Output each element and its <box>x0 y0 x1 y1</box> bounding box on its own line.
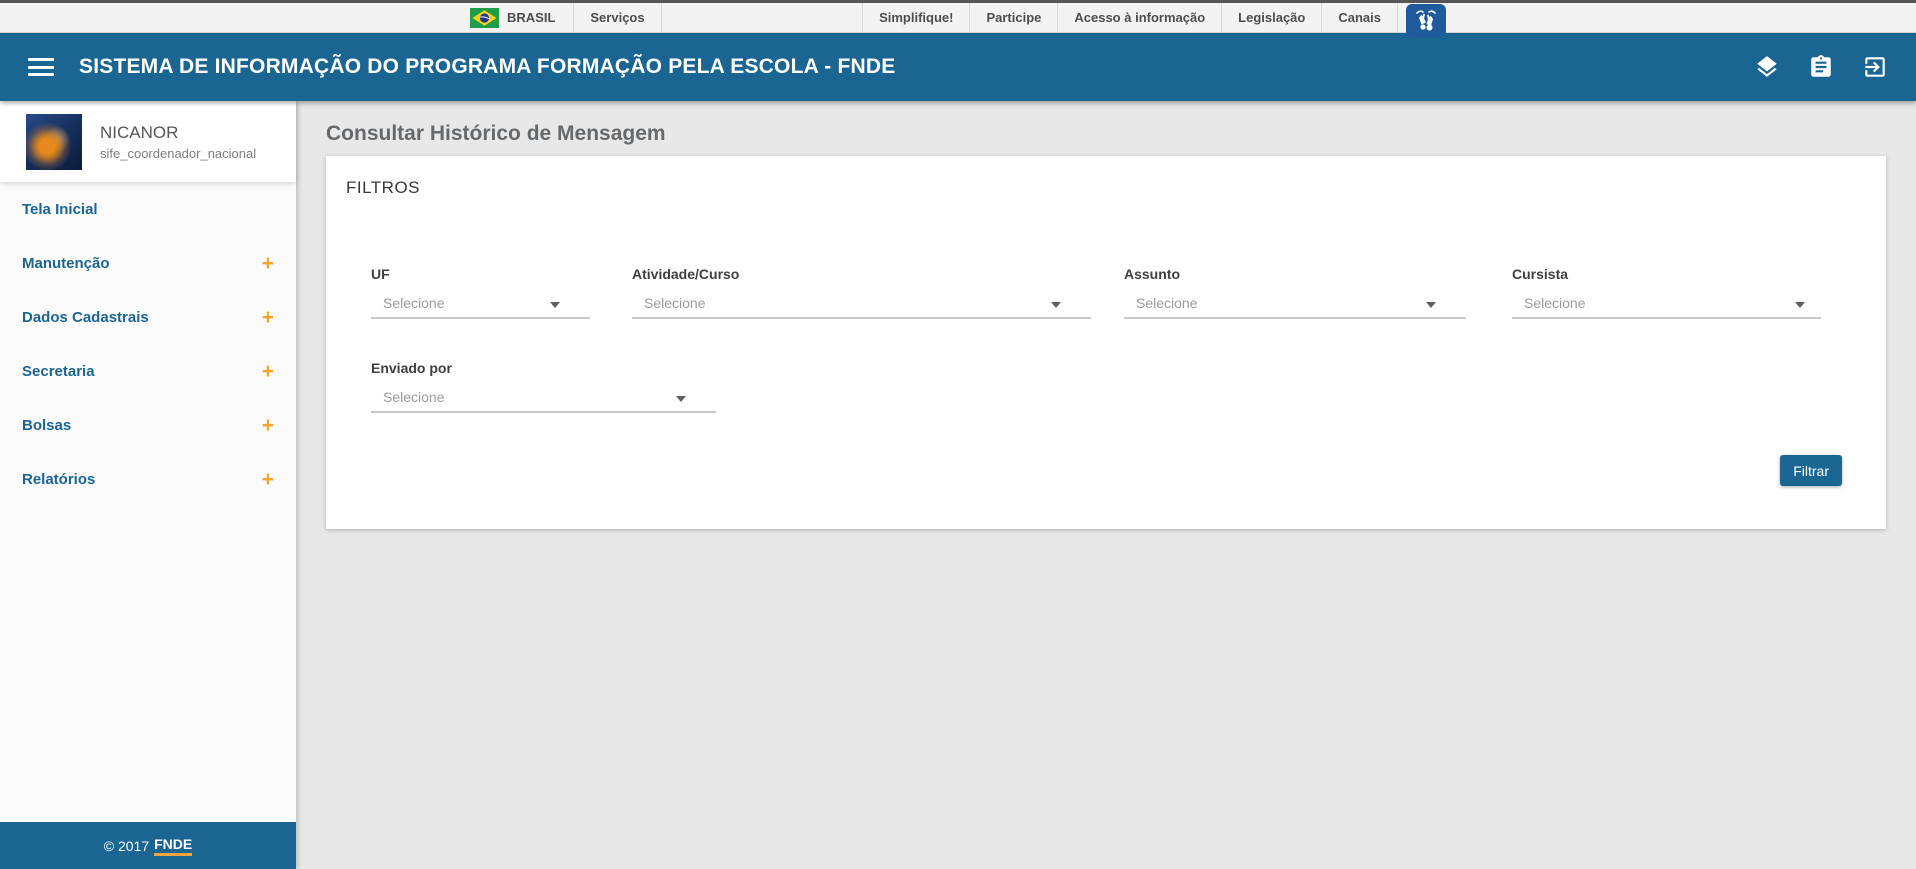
field-enviado-por: Enviado por Selecione <box>371 360 716 413</box>
sidebar-nav: Tela Inicial Manutenção + Dados Cadastra… <box>0 182 296 506</box>
uf-label: UF <box>371 266 590 282</box>
sidebar-item-dados-cadastrais[interactable]: Dados Cadastrais + <box>0 290 296 344</box>
user-panel: NICANOR sife_coordenador_nacional <box>0 101 296 182</box>
main-content: Consultar Histórico de Mensagem FILTROS … <box>296 101 1916 869</box>
header-actions <box>1754 54 1888 80</box>
expand-plus-icon: + <box>262 361 274 382</box>
filtrar-button[interactable]: Filtrar <box>1780 455 1842 486</box>
sidebar-item-tela-inicial[interactable]: Tela Inicial <box>0 182 296 236</box>
dropdown-caret-icon <box>1795 302 1805 308</box>
field-assunto: Assunto Selecione <box>1124 266 1466 319</box>
assunto-select[interactable]: Selecione <box>1124 291 1466 319</box>
expand-plus-icon: + <box>262 415 274 436</box>
cursista-label: Cursista <box>1512 266 1821 282</box>
filters-card: FILTROS UF Selecione Atividade/Curso Sel… <box>326 156 1886 529</box>
copyright-text: © 2017 <box>104 838 149 854</box>
gov-brand-brasil[interactable]: BRASIL <box>470 3 573 32</box>
cursista-select[interactable]: Selecione <box>1512 291 1821 319</box>
user-texts: NICANOR sife_coordenador_nacional <box>100 123 256 161</box>
sidebar: NICANOR sife_coordenador_nacional Tela I… <box>0 101 296 869</box>
avatar <box>26 114 82 170</box>
app-screen: BRASIL Serviços Simplifique! Participe A… <box>0 0 1916 869</box>
app-title: SISTEMA DE INFORMAÇÃO DO PROGRAMA FORMAÇ… <box>79 55 895 79</box>
gov-brand-label: BRASIL <box>507 10 555 25</box>
atividade-curso-select[interactable]: Selecione <box>632 291 1091 319</box>
field-atividade-curso: Atividade/Curso Selecione <box>632 266 1091 319</box>
atividade-curso-label: Atividade/Curso <box>632 266 1091 282</box>
gov-bar-spacer <box>662 3 862 32</box>
gov-top-bar: BRASIL Serviços Simplifique! Participe A… <box>0 0 1916 33</box>
expand-plus-icon: + <box>262 469 274 490</box>
gov-bar-inner: BRASIL Serviços Simplifique! Participe A… <box>470 3 1446 32</box>
gov-link-simplifique[interactable]: Simplifique! <box>862 3 970 32</box>
gov-link-canais[interactable]: Canais <box>1322 3 1398 32</box>
dropdown-caret-icon <box>1051 302 1061 308</box>
sidebar-item-manutencao[interactable]: Manutenção + <box>0 236 296 290</box>
uf-select[interactable]: Selecione <box>371 291 590 319</box>
vlibras-accessibility-button[interactable] <box>1406 4 1446 37</box>
clipboard-icon[interactable] <box>1808 54 1834 80</box>
page-title: Consultar Histórico de Mensagem <box>326 122 666 146</box>
app-header: SISTEMA DE INFORMAÇÃO DO PROGRAMA FORMAÇ… <box>0 33 1916 101</box>
expand-plus-icon: + <box>262 253 274 274</box>
brazil-flag-icon <box>470 8 499 28</box>
filters-card-title: FILTROS <box>346 178 420 198</box>
user-name: NICANOR <box>100 123 256 143</box>
enviado-por-label: Enviado por <box>371 360 716 376</box>
expand-plus-icon: + <box>262 307 274 328</box>
dropdown-caret-icon <box>676 396 686 402</box>
gov-link-acesso-informacao[interactable]: Acesso à informação <box>1058 3 1222 32</box>
sidebar-item-secretaria[interactable]: Secretaria + <box>0 344 296 398</box>
dropdown-caret-icon <box>550 302 560 308</box>
assunto-label: Assunto <box>1124 266 1466 282</box>
sidebar-footer: © 2017 FNDE <box>0 822 296 869</box>
vlibras-hands-icon <box>1413 9 1439 33</box>
logout-icon[interactable] <box>1862 54 1888 80</box>
field-uf: UF Selecione <box>371 266 590 319</box>
gov-link-legislacao[interactable]: Legislação <box>1222 3 1322 32</box>
gov-link-servicos[interactable]: Serviços <box>573 3 661 32</box>
menu-hamburger-icon[interactable] <box>28 58 54 76</box>
field-cursista: Cursista Selecione <box>1512 266 1821 319</box>
dropdown-caret-icon <box>1426 302 1436 308</box>
sidebar-item-relatorios[interactable]: Relatórios + <box>0 452 296 506</box>
gov-link-participe[interactable]: Participe <box>970 3 1058 32</box>
user-role: sife_coordenador_nacional <box>100 146 256 161</box>
sidebar-item-bolsas[interactable]: Bolsas + <box>0 398 296 452</box>
fnde-footer-link[interactable]: FNDE <box>154 836 192 856</box>
enviado-por-select[interactable]: Selecione <box>371 385 716 413</box>
layers-icon[interactable] <box>1754 54 1780 80</box>
